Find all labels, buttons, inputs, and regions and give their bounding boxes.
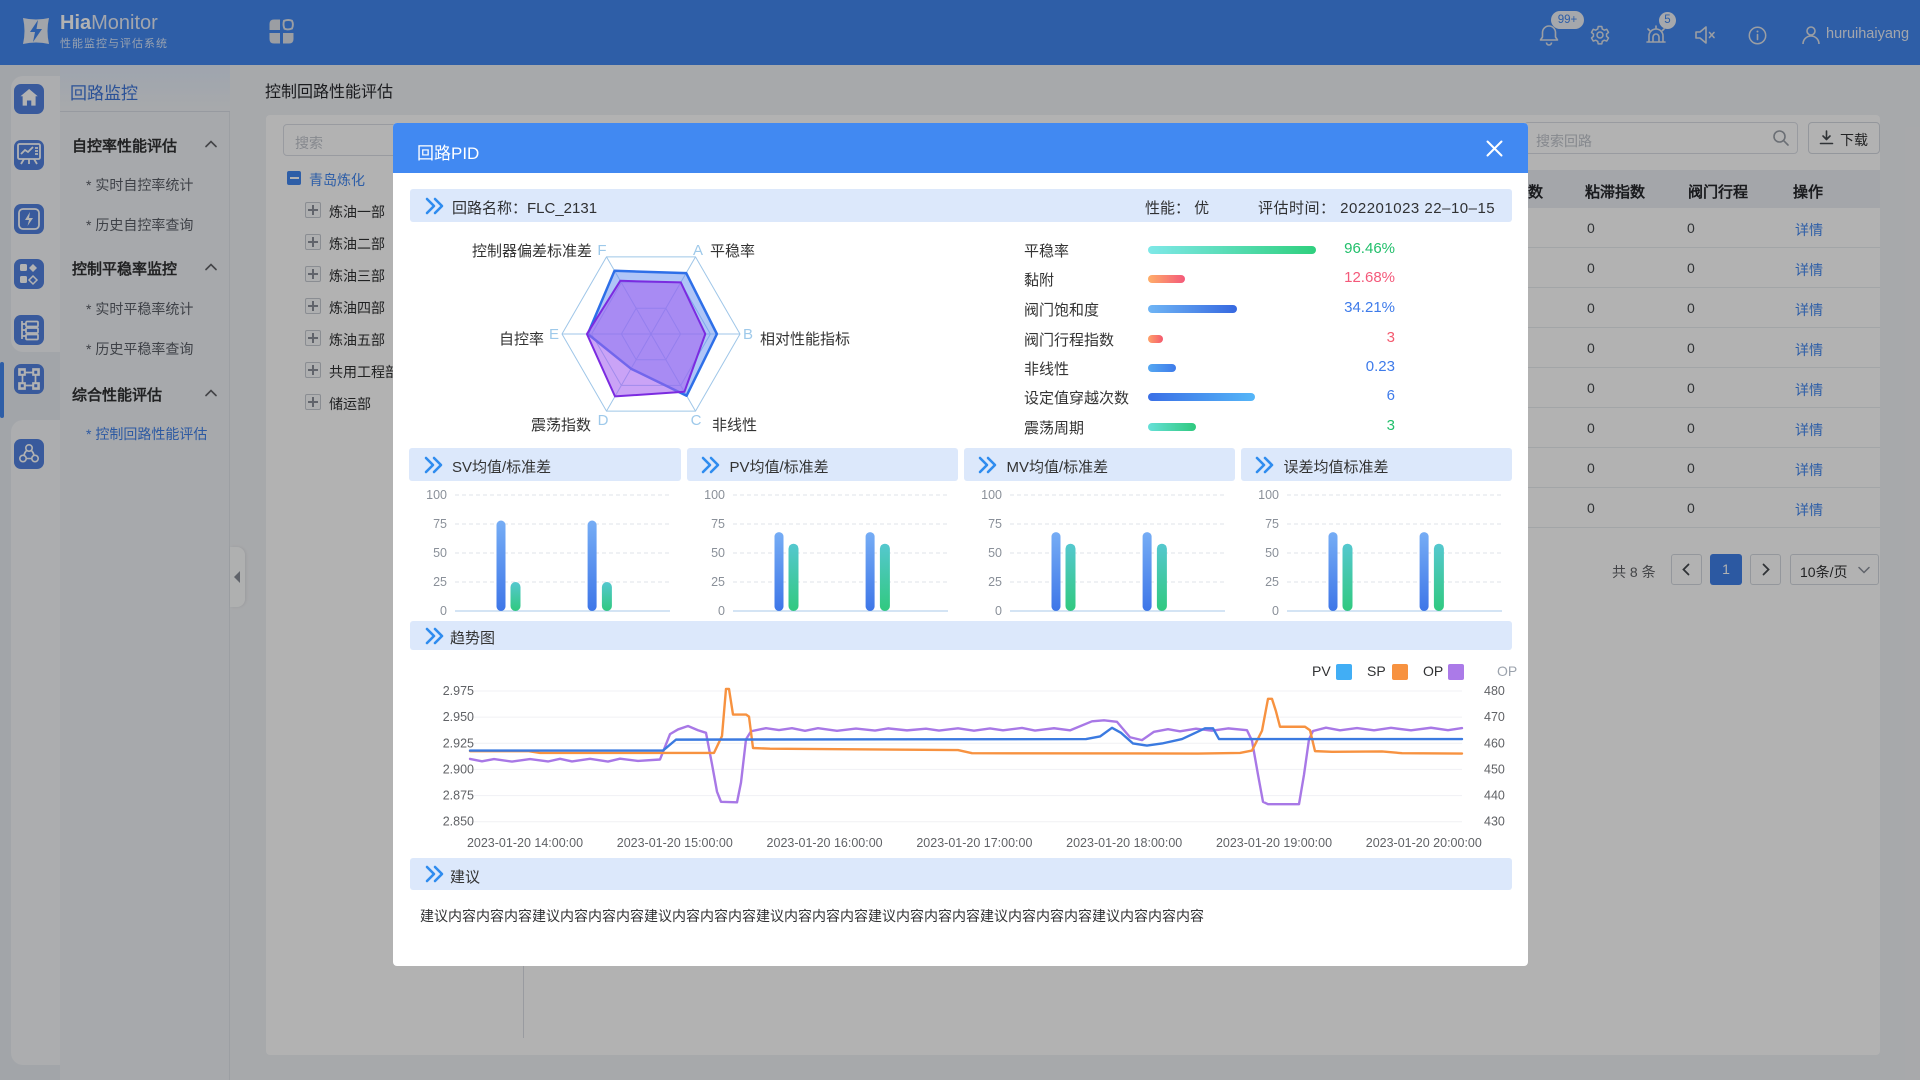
- svg-text:2023-01-20 16:00:00: 2023-01-20 16:00:00: [767, 836, 883, 850]
- svg-text:非线性: 非线性: [712, 417, 757, 434]
- svg-text:平稳率: 平稳率: [710, 243, 755, 260]
- svg-text:B: B: [743, 326, 753, 343]
- svg-text:100: 100: [1258, 488, 1279, 502]
- svg-text:50: 50: [433, 546, 447, 560]
- svg-text:A: A: [693, 242, 703, 259]
- svg-text:2023-01-20 19:00:00: 2023-01-20 19:00:00: [1216, 836, 1332, 850]
- svg-text:C: C: [691, 412, 702, 429]
- svg-text:50: 50: [711, 546, 725, 560]
- svg-text:480: 480: [1484, 684, 1505, 698]
- svg-text:2023-01-20 15:00:00: 2023-01-20 15:00:00: [617, 836, 733, 850]
- svg-text:自控率: 自控率: [499, 331, 544, 348]
- svg-text:75: 75: [433, 517, 447, 531]
- svg-text:F: F: [597, 242, 606, 259]
- svg-text:2.950: 2.950: [443, 710, 474, 724]
- svg-text:25: 25: [1265, 575, 1279, 589]
- svg-text:430: 430: [1484, 815, 1505, 829]
- svg-text:470: 470: [1484, 710, 1505, 724]
- svg-text:75: 75: [988, 517, 1002, 531]
- svg-text:震荡指数: 震荡指数: [531, 417, 591, 434]
- svg-text:0: 0: [440, 604, 447, 617]
- svg-text:2.875: 2.875: [443, 789, 474, 803]
- svg-text:2.925: 2.925: [443, 736, 474, 750]
- svg-text:2.975: 2.975: [443, 684, 474, 698]
- svg-text:100: 100: [704, 488, 725, 502]
- svg-text:相对性能指标: 相对性能指标: [760, 331, 850, 348]
- svg-text:0: 0: [995, 604, 1002, 617]
- svg-text:460: 460: [1484, 736, 1505, 750]
- svg-text:0: 0: [718, 604, 725, 617]
- svg-text:2.850: 2.850: [443, 815, 474, 829]
- svg-text:0: 0: [1272, 604, 1279, 617]
- svg-text:2023-01-20 20:00:00: 2023-01-20 20:00:00: [1366, 836, 1482, 850]
- svg-text:100: 100: [426, 488, 447, 502]
- svg-text:450: 450: [1484, 762, 1505, 776]
- svg-text:E: E: [549, 326, 559, 343]
- svg-text:25: 25: [433, 575, 447, 589]
- svg-text:控制器偏差标准差: 控制器偏差标准差: [472, 243, 592, 260]
- svg-text:50: 50: [1265, 546, 1279, 560]
- svg-text:50: 50: [988, 546, 1002, 560]
- svg-text:2.900: 2.900: [443, 762, 474, 776]
- svg-text:440: 440: [1484, 789, 1505, 803]
- svg-text:25: 25: [988, 575, 1002, 589]
- svg-text:2023-01-20 18:00:00: 2023-01-20 18:00:00: [1066, 836, 1182, 850]
- svg-text:2023-01-20 17:00:00: 2023-01-20 17:00:00: [916, 836, 1032, 850]
- svg-text:2023-01-20 14:00:00: 2023-01-20 14:00:00: [467, 836, 583, 850]
- svg-text:D: D: [598, 412, 609, 429]
- svg-text:100: 100: [981, 488, 1002, 502]
- svg-text:75: 75: [1265, 517, 1279, 531]
- svg-text:25: 25: [711, 575, 725, 589]
- svg-text:75: 75: [711, 517, 725, 531]
